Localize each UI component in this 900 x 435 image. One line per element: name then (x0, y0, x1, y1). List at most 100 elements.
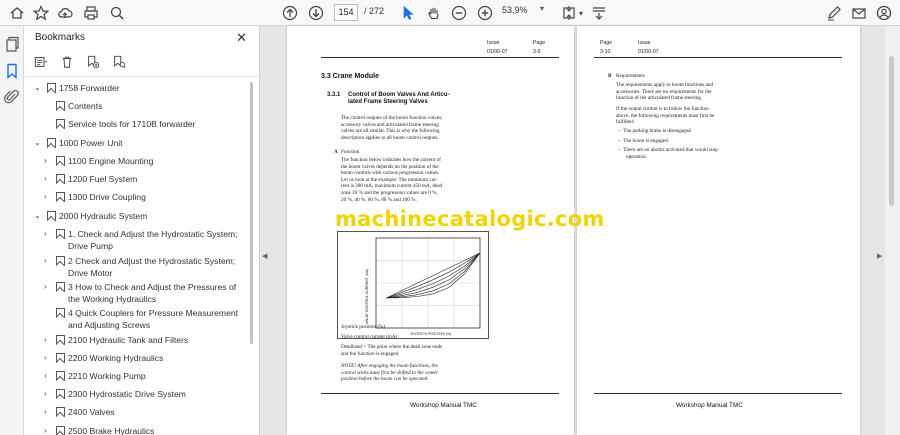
document-scrollbar[interactable] (885, 26, 900, 435)
bullet-list: – The parking brake is disengaged. – The… (618, 128, 718, 160)
page-right: Page Issue 3-10 01/00-07 B Requirements … (577, 26, 860, 435)
zoom-in-icon[interactable] (476, 4, 494, 22)
chevron-right-icon[interactable]: › (44, 388, 52, 400)
page-label: Page (600, 40, 613, 46)
zoom-level[interactable]: 53,9% (502, 5, 528, 15)
next-page-icon[interactable] (307, 4, 325, 22)
subsection-title: lated Frame Steering Valves (348, 99, 428, 105)
chevron-right-icon[interactable]: › (44, 406, 52, 418)
star-icon[interactable] (32, 4, 50, 22)
paragraph: The requirements apply to boom functions… (616, 82, 714, 102)
subsection-number: 3.3.1 (327, 92, 341, 98)
zoom-dropdown-icon[interactable]: ▾ (540, 4, 544, 13)
chevron-right-icon[interactable]: › (44, 281, 52, 293)
bookmark-icon (56, 229, 65, 239)
page-number-input[interactable]: 154 (334, 4, 358, 21)
chevron-down-icon[interactable]: ⌄ (34, 82, 42, 94)
account-icon[interactable] (875, 4, 893, 22)
chevron-right-icon[interactable]: › (44, 228, 52, 240)
home-icon[interactable] (8, 4, 26, 22)
paragraph: The function below indicates how the cur… (341, 157, 443, 203)
issue-label: Issue (487, 40, 500, 46)
footer-rule (321, 393, 559, 394)
main-toolbar: 154 / 272 53,9% ▾ ▾ (0, 0, 900, 26)
chevron-right-icon[interactable]: › (44, 334, 52, 346)
page-fit-dropdown-icon[interactable]: ▾ (572, 4, 590, 22)
bookmarks-icon[interactable] (4, 63, 20, 80)
options-menu-icon[interactable] (34, 55, 48, 69)
subhead-title: Function (341, 149, 360, 155)
bookmark-icon (56, 156, 65, 166)
caption: Joystick position (%) (341, 324, 386, 330)
series-line-0 (386, 252, 481, 299)
close-icon[interactable]: ✕ (236, 30, 247, 46)
chevron-down-icon[interactable]: ⌄ (34, 137, 42, 149)
zoom-search-icon[interactable] (108, 4, 126, 22)
paragraph: If the output current is to follow the f… (616, 106, 715, 126)
bookmark-icon (56, 371, 65, 381)
header-rule (321, 57, 559, 58)
x-axis-label: JOYSTICK POSITION (%) (410, 332, 451, 336)
chevron-right-icon[interactable]: › (44, 352, 52, 364)
delete-bookmark-icon[interactable] (60, 55, 74, 69)
page-label: Page (533, 40, 546, 46)
bookmark-icon (47, 138, 56, 148)
new-bookmark-icon[interactable] (86, 55, 100, 69)
subhead-letter: B (608, 73, 612, 79)
expand-panel-arrow-icon[interactable]: ▶ (877, 252, 882, 260)
page-value: 3-9 (533, 49, 541, 55)
navigation-pane-bar (0, 26, 24, 435)
bookmark-icon (56, 192, 65, 202)
hand-tool-icon[interactable] (425, 4, 443, 22)
cloud-upload-icon[interactable] (56, 4, 74, 22)
chevron-right-icon[interactable]: › (44, 255, 52, 267)
bookmark-icon (56, 335, 65, 345)
page-value: 3-10 (600, 49, 611, 55)
section-title: 3.3 Crane Module (321, 73, 379, 80)
bookmark-icon (56, 389, 65, 399)
select-cursor-icon[interactable] (399, 4, 417, 22)
bookmark-icon (47, 211, 56, 221)
bookmark-icon (47, 83, 56, 93)
chevron-right-icon[interactable]: › (44, 155, 52, 167)
zoom-out-icon[interactable] (450, 4, 468, 22)
y-axis-label: VALVE CONTROL CURRENT (mA) (365, 269, 369, 324)
scrollbar-thumb[interactable] (250, 82, 253, 344)
chevron-right-icon[interactable]: › (44, 425, 52, 435)
chevron-down-icon[interactable]: ⌄ (34, 210, 42, 222)
bookmarks-panel: Bookmarks ✕ ⌄ 1758 Forwarder Contents Se… (24, 26, 260, 435)
attachments-icon[interactable] (4, 89, 20, 105)
print-icon[interactable] (82, 4, 100, 22)
issue-value: 01/00-07 (487, 49, 508, 55)
scrollbar-thumb[interactable] (889, 56, 894, 206)
chevron-right-icon[interactable]: › (44, 370, 52, 382)
subhead-letter: A (334, 149, 338, 155)
scroll-mode-icon[interactable] (590, 4, 608, 22)
bookmark-icon (56, 353, 65, 363)
subhead-title: Requirements (616, 73, 645, 79)
previous-page-icon[interactable] (281, 4, 299, 22)
bookmarks-scrollbar[interactable] (250, 80, 254, 435)
caption: Deadband = The point where the dead zone… (341, 344, 443, 357)
bookmarks-toolbar (34, 54, 126, 70)
caption: Valve control current (mA) (341, 334, 398, 340)
collapse-panel-arrow-icon[interactable]: ◀ (262, 252, 267, 260)
email-icon[interactable] (850, 4, 868, 22)
page-thumbnails-icon[interactable] (4, 36, 20, 52)
bookmark-icon (56, 282, 65, 292)
watermark-text: machinecatalogic.com (335, 207, 605, 231)
issue-value: 01/00-07 (638, 49, 659, 55)
page-total: / 272 (364, 6, 385, 16)
issue-label: Issue (638, 40, 651, 46)
page-footer: Workshop Manual TMC (676, 402, 743, 409)
chevron-right-icon[interactable]: › (44, 191, 52, 203)
note: NOTE! After engaging the boom functions,… (341, 363, 438, 383)
bookmark-icon (56, 119, 65, 129)
bookmark-properties-icon[interactable] (112, 55, 126, 69)
bookmark-icon (56, 308, 65, 318)
sign-pen-icon[interactable] (825, 4, 843, 22)
bookmark-icon (56, 256, 65, 266)
chart-plot: VALVE CONTROL CURRENT (mA) JOYSTICK POSIT… (365, 237, 481, 336)
chevron-right-icon[interactable]: › (44, 173, 52, 185)
footer-rule (594, 393, 842, 394)
